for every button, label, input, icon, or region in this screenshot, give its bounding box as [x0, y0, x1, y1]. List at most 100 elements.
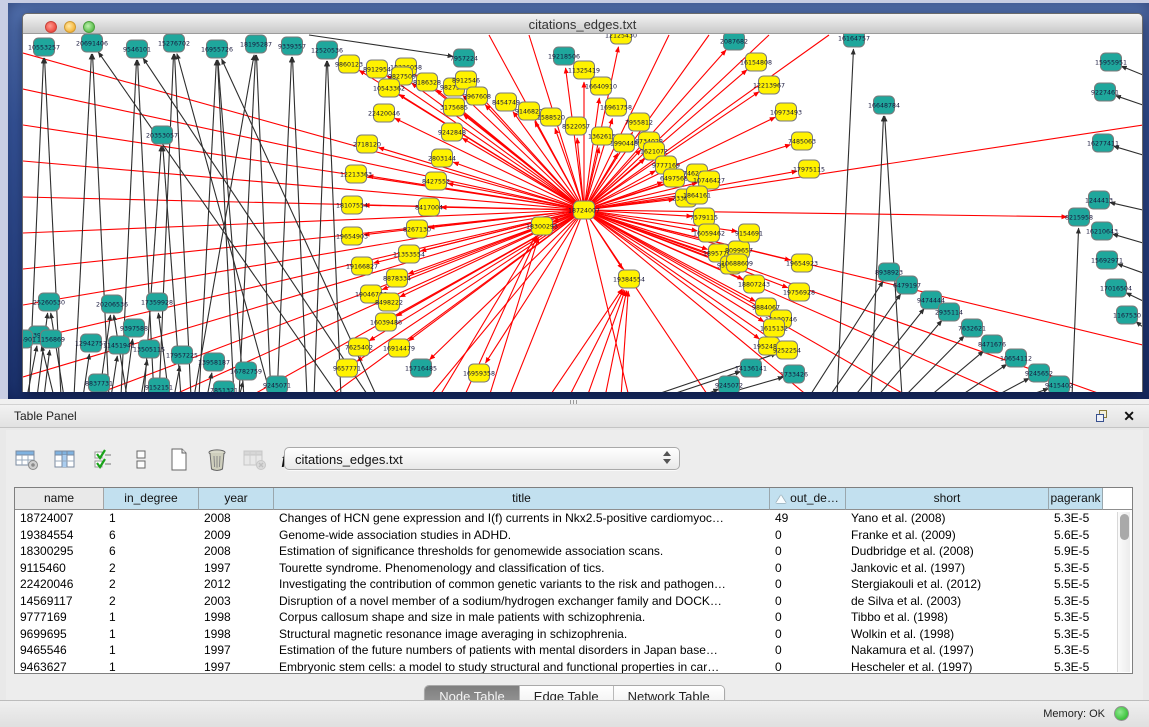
- graph-node[interactable]: 17957225: [166, 346, 198, 364]
- table-cell[interactable]: 5.9E-5: [1049, 543, 1103, 560]
- graph-node[interactable]: 9242848: [438, 123, 466, 141]
- graph-node[interactable]: 16210643: [1086, 222, 1118, 240]
- graph-node[interactable]: 10973493: [770, 103, 802, 121]
- table-cell[interactable]: 14569117: [15, 593, 104, 610]
- table-cell[interactable]: 1: [104, 609, 199, 626]
- table-cell[interactable]: 1997: [199, 642, 274, 659]
- graph-node[interactable]: 16782759: [230, 362, 262, 380]
- table-cell[interactable]: Stergiakouli et al. (2012): [846, 576, 1049, 593]
- graph-node[interactable]: 1167530: [1113, 306, 1141, 324]
- graph-node[interactable]: 7632621: [958, 319, 986, 337]
- table-row[interactable]: 946554611997Estimation of the future num…: [15, 642, 1132, 659]
- table-row[interactable]: 1872400712008Changes of HCN gene express…: [15, 510, 1132, 527]
- graph-node[interactable]: 1615132: [760, 319, 788, 337]
- float-panel-icon[interactable]: [1096, 410, 1109, 423]
- table-cell[interactable]: 9463627: [15, 659, 104, 675]
- graph-node[interactable]: 8878334: [383, 269, 411, 287]
- graph-node[interactable]: 9339357: [278, 37, 306, 55]
- table-cell[interactable]: 1997: [199, 560, 274, 577]
- table-cell[interactable]: 18724007: [15, 510, 104, 527]
- table-cell[interactable]: Yano et al. (2008): [846, 510, 1049, 527]
- table-cell[interactable]: 1998: [199, 626, 274, 643]
- table-cell[interactable]: 1997: [199, 659, 274, 675]
- table-cell[interactable]: 2003: [199, 593, 274, 610]
- table-cell[interactable]: 0: [770, 543, 846, 560]
- graph-node[interactable]: 15692971: [1091, 251, 1123, 269]
- graph-node[interactable]: 8427552: [422, 172, 450, 190]
- column-header-short[interactable]: short: [846, 488, 1049, 510]
- show-columns-icon[interactable]: [52, 447, 78, 473]
- table-cell[interactable]: Estimation of significance thresholds fo…: [274, 543, 770, 560]
- table-cell[interactable]: Changes of HCN gene expression and I(f) …: [274, 510, 770, 527]
- graph-node[interactable]: 12213967: [753, 76, 785, 94]
- splitter-grip-icon[interactable]: [570, 400, 579, 404]
- graph-node[interactable]: 14136141: [735, 359, 767, 377]
- table-cell[interactable]: 5.3E-5: [1049, 642, 1103, 659]
- table-cell[interactable]: Genome-wide association studies in ADHD.: [274, 527, 770, 544]
- graph-node[interactable]: 1733426: [780, 365, 808, 383]
- select-columns-icon[interactable]: [90, 447, 116, 473]
- table-cell[interactable]: 2: [104, 576, 199, 593]
- graph-node[interactable]: 16277411: [1087, 134, 1119, 152]
- graph-node[interactable]: 19654923: [786, 254, 818, 272]
- graph-node[interactable]: 8912954: [363, 60, 391, 78]
- graph-node[interactable]: 8522057: [562, 117, 590, 135]
- graph-node[interactable]: 15716485: [405, 359, 437, 377]
- graph-node[interactable]: 18107554: [336, 196, 368, 214]
- table-cell[interactable]: 0: [770, 626, 846, 643]
- graph-node[interactable]: 9657771: [333, 359, 361, 377]
- table-cell[interactable]: Tibbo et al. (1998): [846, 609, 1049, 626]
- graph-node[interactable]: 18195287: [240, 35, 272, 53]
- table-cell[interactable]: 0: [770, 576, 846, 593]
- row-height-icon[interactable]: [128, 447, 154, 473]
- graph-node[interactable]: 20691406: [76, 34, 108, 52]
- graph-node[interactable]: 10553257: [28, 38, 60, 56]
- table-vertical-scrollbar[interactable]: [1117, 512, 1130, 672]
- graph-node[interactable]: 9227461: [1091, 83, 1119, 101]
- table-settings-icon[interactable]: [14, 447, 40, 473]
- graph-node[interactable]: 16164757: [838, 34, 870, 47]
- table-cell[interactable]: Structural magnetic resonance image aver…: [274, 626, 770, 643]
- graph-node[interactable]: 19756928: [783, 283, 815, 301]
- graph-node[interactable]: 9860123: [335, 55, 363, 73]
- graph-node[interactable]: 12213363: [340, 165, 372, 183]
- table-cell[interactable]: 1: [104, 626, 199, 643]
- table-cell[interactable]: Estimation of the future numbers of pati…: [274, 642, 770, 659]
- column-header-title[interactable]: title: [274, 488, 770, 510]
- network-graph-canvas[interactable]: 1872400718300295193845549860123891295418…: [23, 34, 1142, 392]
- graph-node[interactable]: 8215958: [1065, 208, 1093, 226]
- table-row[interactable]: 946362711997Embryonic stem cells: a mode…: [15, 659, 1132, 675]
- graph-node[interactable]: 7955812: [625, 113, 653, 131]
- table-cell[interactable]: 49: [770, 510, 846, 527]
- table-cell[interactable]: 9465546: [15, 642, 104, 659]
- graph-node[interactable]: 7625402: [345, 338, 373, 356]
- graph-node[interactable]: 2967608: [463, 87, 491, 105]
- table-cell[interactable]: 5.3E-5: [1049, 659, 1103, 675]
- graph-node[interactable]: 8498222: [375, 293, 403, 311]
- table-cell[interactable]: Disruption of a novel member of a sodium…: [274, 593, 770, 610]
- table-cell[interactable]: Embryonic stem cells: a model to study s…: [274, 659, 770, 675]
- table-cell[interactable]: Franke et al. (2009): [846, 527, 1049, 544]
- scrollbar-thumb[interactable]: [1120, 514, 1129, 540]
- table-row[interactable]: 2242004622012Investigating the contribut…: [15, 576, 1132, 593]
- graph-node[interactable]: 17016504: [1100, 279, 1132, 297]
- graph-node[interactable]: 9245072: [715, 376, 743, 392]
- graph-node[interactable]: 17975115: [793, 160, 825, 178]
- graph-node[interactable]: 9154691: [735, 224, 763, 242]
- graph-node[interactable]: 2087682: [720, 34, 748, 50]
- table-cell[interactable]: 0: [770, 609, 846, 626]
- graph-node[interactable]: 1588520: [537, 108, 565, 126]
- table-cell[interactable]: Tourette syndrome. Phenomenology and cla…: [274, 560, 770, 577]
- graph-node[interactable]: 9415402: [1045, 376, 1073, 392]
- network-view-window[interactable]: citations_edges.txt 18724007183002951938…: [22, 13, 1143, 392]
- table-cell[interactable]: 1: [104, 659, 199, 675]
- graph-node[interactable]: 7485063: [788, 132, 816, 150]
- table-cell[interactable]: 2: [104, 560, 199, 577]
- new-document-icon[interactable]: [166, 447, 192, 473]
- graph-node[interactable]: 20206536: [96, 295, 128, 313]
- table-row[interactable]: 1456911722003Disruption of a novel membe…: [15, 593, 1132, 610]
- table-cell[interactable]: 6: [104, 527, 199, 544]
- graph-node[interactable]: 9397588: [120, 319, 148, 337]
- table-cell[interactable]: Hescheler et al. (1997): [846, 659, 1049, 675]
- table-cell[interactable]: 9777169: [15, 609, 104, 626]
